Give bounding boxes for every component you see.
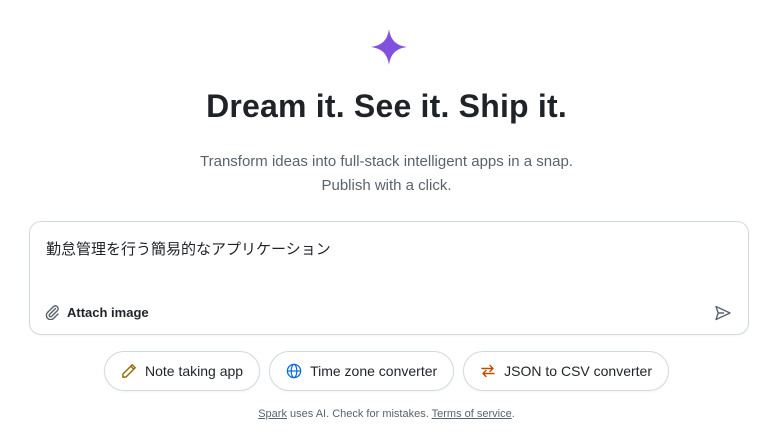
spark-start-page: Dream it. See it. Ship it. Transform ide…: [0, 0, 773, 446]
suggestion-json-to-csv-converter[interactable]: JSON to CSV converter: [463, 351, 669, 391]
attach-image-button[interactable]: Attach image: [44, 302, 149, 322]
footer-text: uses AI. Check for mistakes.: [286, 408, 432, 420]
suggestion-time-zone-converter[interactable]: Time zone converter: [269, 351, 455, 391]
page-subtitle: Transform ideas into full-stack intellig…: [0, 150, 773, 198]
arrows-switch-icon: [480, 363, 496, 379]
pencil-icon: [121, 363, 137, 379]
paperclip-icon: [44, 304, 60, 320]
prompt-box: 勤怠管理を行う簡易的なアプリケーション Attach image: [29, 221, 749, 335]
subtitle-line-2: Publish with a click.: [321, 177, 452, 194]
send-button[interactable]: [712, 302, 734, 324]
spark-link[interactable]: Spark: [258, 408, 287, 420]
globe-icon: [286, 363, 302, 379]
suggestion-note-taking-app[interactable]: Note taking app: [104, 351, 261, 391]
prompt-input[interactable]: 勤怠管理を行う簡易的なアプリケーション: [46, 238, 732, 260]
terms-of-service-link[interactable]: Terms of service: [432, 408, 512, 420]
footer-end: .: [511, 408, 515, 420]
subtitle-line-1: Transform ideas into full-stack intellig…: [200, 153, 573, 170]
footer-disclaimer: Spark uses AI. Check for mistakes. Terms…: [0, 408, 773, 420]
page-title: Dream it. See it. Ship it.: [206, 88, 567, 124]
send-icon: [714, 304, 732, 322]
attach-image-label: Attach image: [67, 304, 149, 320]
sparkle-icon: [369, 27, 409, 67]
suggestion-label: JSON to CSV converter: [504, 363, 652, 379]
suggestion-label: Note taking app: [145, 363, 244, 379]
suggestion-chips: Note taking app Time zone converter JSON…: [0, 351, 773, 391]
suggestion-label: Time zone converter: [310, 363, 438, 379]
